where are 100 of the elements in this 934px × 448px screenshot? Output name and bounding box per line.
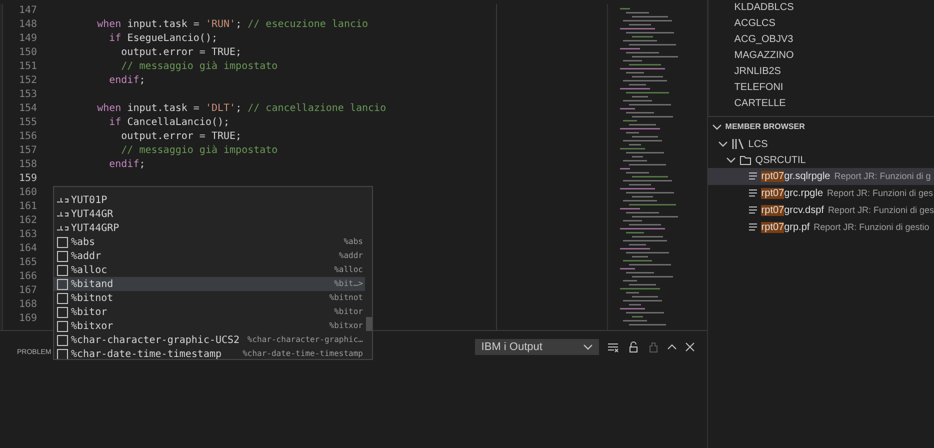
code-line: endif;	[108, 159, 146, 170]
suggestion-detail: %abs	[344, 236, 363, 248]
line-number: 149	[18, 32, 38, 46]
snippet-icon	[57, 278, 68, 290]
suggestion-item[interactable]: %char-character-graphic-UCS2 %char-character-graphic…	[54, 333, 365, 347]
library-item[interactable]: ACGLCS	[734, 16, 934, 32]
suggestion-label: %alloc	[71, 264, 108, 278]
member-name: rpt07grc.rpgle	[761, 187, 823, 201]
file-lines-icon	[749, 189, 758, 198]
member-item[interactable]: rpt07grcv.dspf Report JR: Funzioni di ges	[708, 202, 934, 219]
line-number: 169	[18, 312, 38, 326]
code-line: // messaggio già impostato	[120, 61, 278, 72]
snippet-icon	[57, 306, 68, 318]
suggestion-item[interactable]: %alloc %alloc	[54, 263, 365, 277]
suggestion-label: YUT44GRP	[71, 222, 120, 236]
snippet-icon	[57, 334, 68, 346]
line-number: 164	[18, 242, 38, 256]
line-number: 157	[18, 144, 38, 158]
suggestion-label: YUT44GR	[71, 208, 114, 222]
folder-icon	[740, 155, 752, 165]
snippet-icon	[57, 348, 68, 359]
member-name: rpt07grp.pf	[761, 221, 810, 235]
line-number: 147	[18, 4, 38, 18]
member-item[interactable]: rpt07grp.pf Report JR: Funzioni di gestio	[708, 219, 934, 236]
suggestion-item[interactable]: %char-date-time-timestamp %char-date-time-timestamp	[54, 347, 365, 359]
suggestion-item[interactable]: %bitxor %bitxor	[54, 319, 365, 333]
snippet-icon	[57, 320, 68, 332]
member-name: rpt07grcv.dspf	[761, 204, 824, 218]
member-description: Report JR: Funzioni di ges	[828, 204, 934, 217]
suggestion-label: %abs	[71, 236, 96, 250]
suggestion-detail: %addr	[338, 250, 363, 262]
code-line: when input.task = 'RUN'; // esecuzione lancio	[96, 19, 368, 30]
chevron-down-icon	[726, 155, 736, 165]
suggestion-label: %bitxor	[71, 320, 114, 334]
library-name[interactable]: LCS	[748, 136, 768, 152]
suggestion-label: %bitnot	[71, 292, 114, 306]
member-description: Report JR: Funzioni di gestio	[814, 220, 930, 234]
suggestion-label: %bitor	[71, 306, 108, 320]
line-number: 163	[18, 228, 38, 242]
snippet-icon	[57, 264, 68, 276]
line-number: 162	[18, 214, 38, 228]
clear-output-icon[interactable]	[607, 341, 620, 353]
line-number: 160	[18, 186, 38, 200]
code-line: if EsegueLancio();	[108, 33, 218, 44]
library-item[interactable]: ACG_OBJV3	[734, 32, 934, 48]
library-item[interactable]: CARTELLE	[734, 96, 934, 112]
suggestion-detail: %bitnot	[329, 292, 363, 304]
suggestion-item[interactable]: %bitand %bit…>	[54, 277, 365, 291]
line-number: 168	[18, 298, 38, 312]
line-number: 167	[18, 284, 38, 298]
line-number: 158	[18, 158, 38, 172]
scrollbar-thumb[interactable]	[366, 317, 372, 331]
hand-icon[interactable]	[647, 341, 660, 353]
suggestion-item[interactable]: %bitnot %bitnot	[54, 291, 365, 305]
line-number: 151	[18, 60, 38, 74]
source-file-name[interactable]: QSRCUTIL	[755, 152, 806, 168]
member-name: rpt07gr.sqlrpgle	[761, 170, 830, 184]
line-number: 148	[18, 18, 38, 32]
suggestion-item[interactable]: %bitor %bitor	[54, 305, 365, 319]
suggestion-label: %char-date-time-timestamp	[71, 348, 222, 359]
code-line: output.error = TRUE;	[120, 47, 242, 58]
suggestion-detail: %bit…>	[334, 278, 363, 290]
library-item[interactable]: KLDADBLCS	[734, 0, 934, 16]
file-lines-icon	[749, 172, 758, 181]
suggestion-detail: %alloc	[334, 264, 363, 276]
suggestion-item[interactable]: %addr %addr	[54, 249, 365, 263]
code-line: when input.task = 'DLT'; // cancellazione lancio	[96, 103, 386, 114]
line-number: 155	[18, 116, 38, 130]
output-channel-dropdown[interactable]: IBM i Output	[475, 339, 600, 355]
section-header[interactable]: MEMBER BROWSER	[725, 120, 805, 132]
library-item[interactable]: MAGAZZINO	[734, 48, 934, 64]
library-item[interactable]: TELEFONI	[734, 80, 934, 96]
member-item[interactable]: rpt07gr.sqlrpgle Report JR: Funzioni di g	[708, 168, 934, 185]
chevron-down-icon	[712, 122, 722, 132]
suggestion-label: %bitand	[71, 278, 114, 292]
code-line: endif;	[108, 75, 146, 86]
lock-icon[interactable]	[627, 341, 640, 353]
member-description: Report JR: Funzioni di ges	[827, 186, 934, 200]
code-line: if CancellaLancio();	[108, 117, 230, 128]
library-item[interactable]: JRNLIB2S	[734, 64, 934, 80]
member-item[interactable]: rpt07grc.rpgle Report JR: Funzioni di ges	[708, 185, 934, 202]
code-line: // messaggio già impostato	[120, 145, 278, 156]
snippet-icon	[57, 292, 68, 304]
suggestion-detail: %char-character-graphic…	[247, 334, 363, 346]
line-number: 161	[18, 200, 38, 214]
library-icon	[732, 139, 744, 149]
chevron-down-icon	[583, 342, 594, 352]
line-number: 154	[18, 102, 38, 116]
line-number: 156	[18, 130, 38, 144]
line-number: 166	[18, 270, 38, 284]
snippet-icon	[57, 236, 68, 248]
file-lines-icon	[749, 206, 758, 215]
code-line: output.error = TRUE;	[120, 131, 242, 142]
suggestion-label: %addr	[71, 250, 102, 264]
suggestion-label: YUT01P	[71, 194, 108, 208]
close-icon[interactable]	[685, 342, 696, 352]
chevron-up-icon[interactable]	[667, 342, 678, 352]
suggestion-item[interactable]: %abs %abs	[54, 235, 365, 249]
line-number: 153	[18, 88, 38, 102]
line-number: 150	[18, 46, 38, 60]
